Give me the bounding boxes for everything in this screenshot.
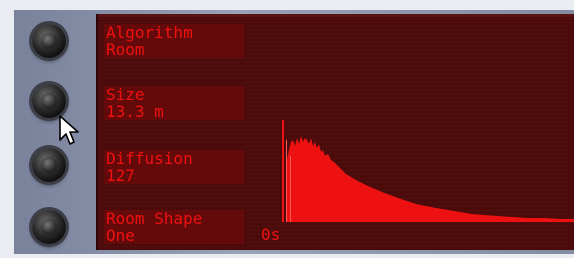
room-shape-knob[interactable] xyxy=(32,210,66,244)
time-axis-label: 0s xyxy=(261,225,281,244)
param-name: Room Shape xyxy=(106,209,203,228)
mouse-pointer-icon xyxy=(59,115,79,145)
param-value: Room xyxy=(106,40,145,59)
decay-envelope xyxy=(282,120,574,222)
room-shape-param: Room Shape One xyxy=(104,210,244,244)
size-knob[interactable] xyxy=(32,84,66,118)
param-name: Diffusion xyxy=(106,149,193,168)
param-name: Algorithm xyxy=(106,23,193,42)
algorithm-param: Algorithm Room xyxy=(104,24,244,58)
decay-graph xyxy=(282,120,574,222)
diffusion-knob[interactable] xyxy=(32,148,66,182)
param-value: 13.3 m xyxy=(106,102,164,121)
param-name: Size xyxy=(106,85,145,104)
diffusion-param: Diffusion 127 xyxy=(104,150,244,184)
algorithm-knob[interactable] xyxy=(32,24,66,58)
param-value: 127 xyxy=(106,166,135,185)
size-param: Size 13.3 m xyxy=(104,86,244,120)
param-value: One xyxy=(106,226,135,245)
